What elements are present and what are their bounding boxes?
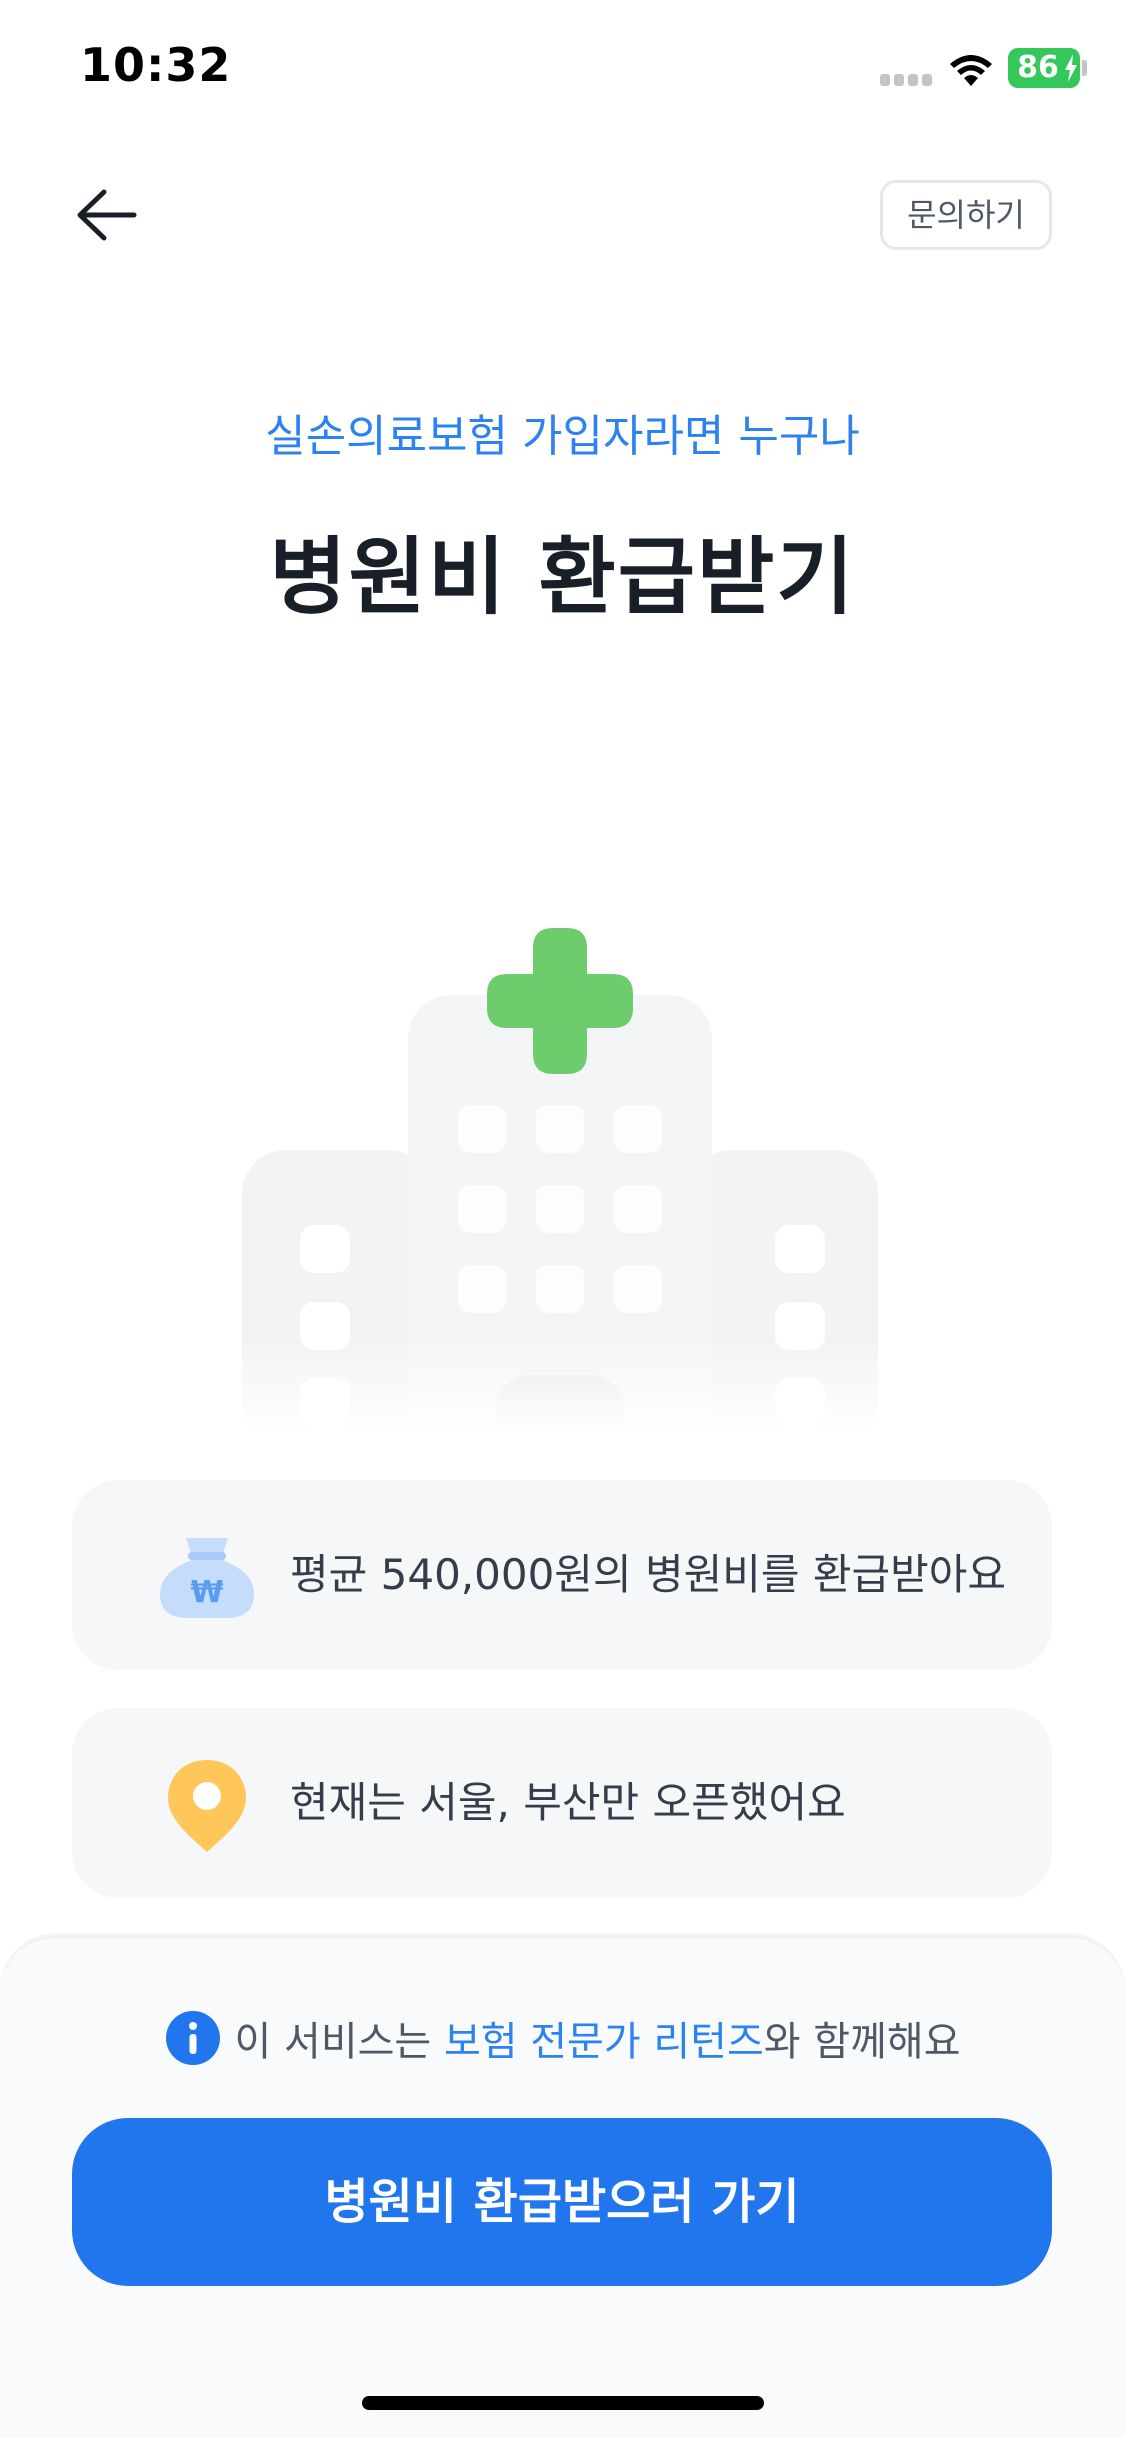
info-card-refund: ₩ 평균 540,000원의 병원비를 환급받아요 [72,1480,1052,1670]
bottom-sheet: 이 서비스는 보험 전문가 리턴즈와 함께해요 병원비 환급받으러 가기 [0,1936,1125,2438]
partner-link[interactable]: 보험 전문가 리턴즈 [444,2019,764,2065]
info-card-text: 현재는 서울, 부산만 오픈했어요 [290,1778,846,1827]
battery-nub [1082,60,1087,76]
battery-level: 86 [1017,50,1059,85]
notice-suffix: 와 함께해요 [763,2019,961,2065]
home-indicator [362,2396,764,2410]
notice-prefix: 이 서비스는 [234,2019,444,2065]
back-button[interactable] [70,180,150,250]
status-time: 10:32 [80,38,232,92]
money-bag-icon: ₩ [160,1538,254,1618]
notice-text: 이 서비스는 보험 전문가 리턴즈와 함께해요 [235,2009,961,2067]
svg-text:₩: ₩ [190,1575,223,1610]
page-subtitle: 실손의료보험 가입자라면 누구나 [265,411,860,462]
page-title: 병원비 환급받기 [269,528,856,626]
wifi-icon [950,55,992,86]
partner-notice: 이 서비스는 보험 전문가 리턴즈와 함께해요 [0,2008,1125,2068]
charging-bolt-icon [1065,54,1077,82]
info-card-location: 현재는 서울, 부산만 오픈했어요 [72,1708,1052,1898]
arrow-left-icon [77,189,137,241]
battery-icon: 86 [1008,48,1080,88]
get-refund-button[interactable]: 병원비 환급받으러 가기 [72,2118,1052,2286]
info-icon [165,2011,220,2065]
signal-icon [880,70,934,86]
hospital-illustration [220,928,900,1430]
status-bar: 10:32 86 [0,0,1125,140]
inquiry-button[interactable]: 문의하기 [880,180,1052,250]
info-card-text: 평균 540,000원의 병원비를 환급받아요 [290,1550,1007,1599]
location-pin-icon [168,1760,246,1852]
